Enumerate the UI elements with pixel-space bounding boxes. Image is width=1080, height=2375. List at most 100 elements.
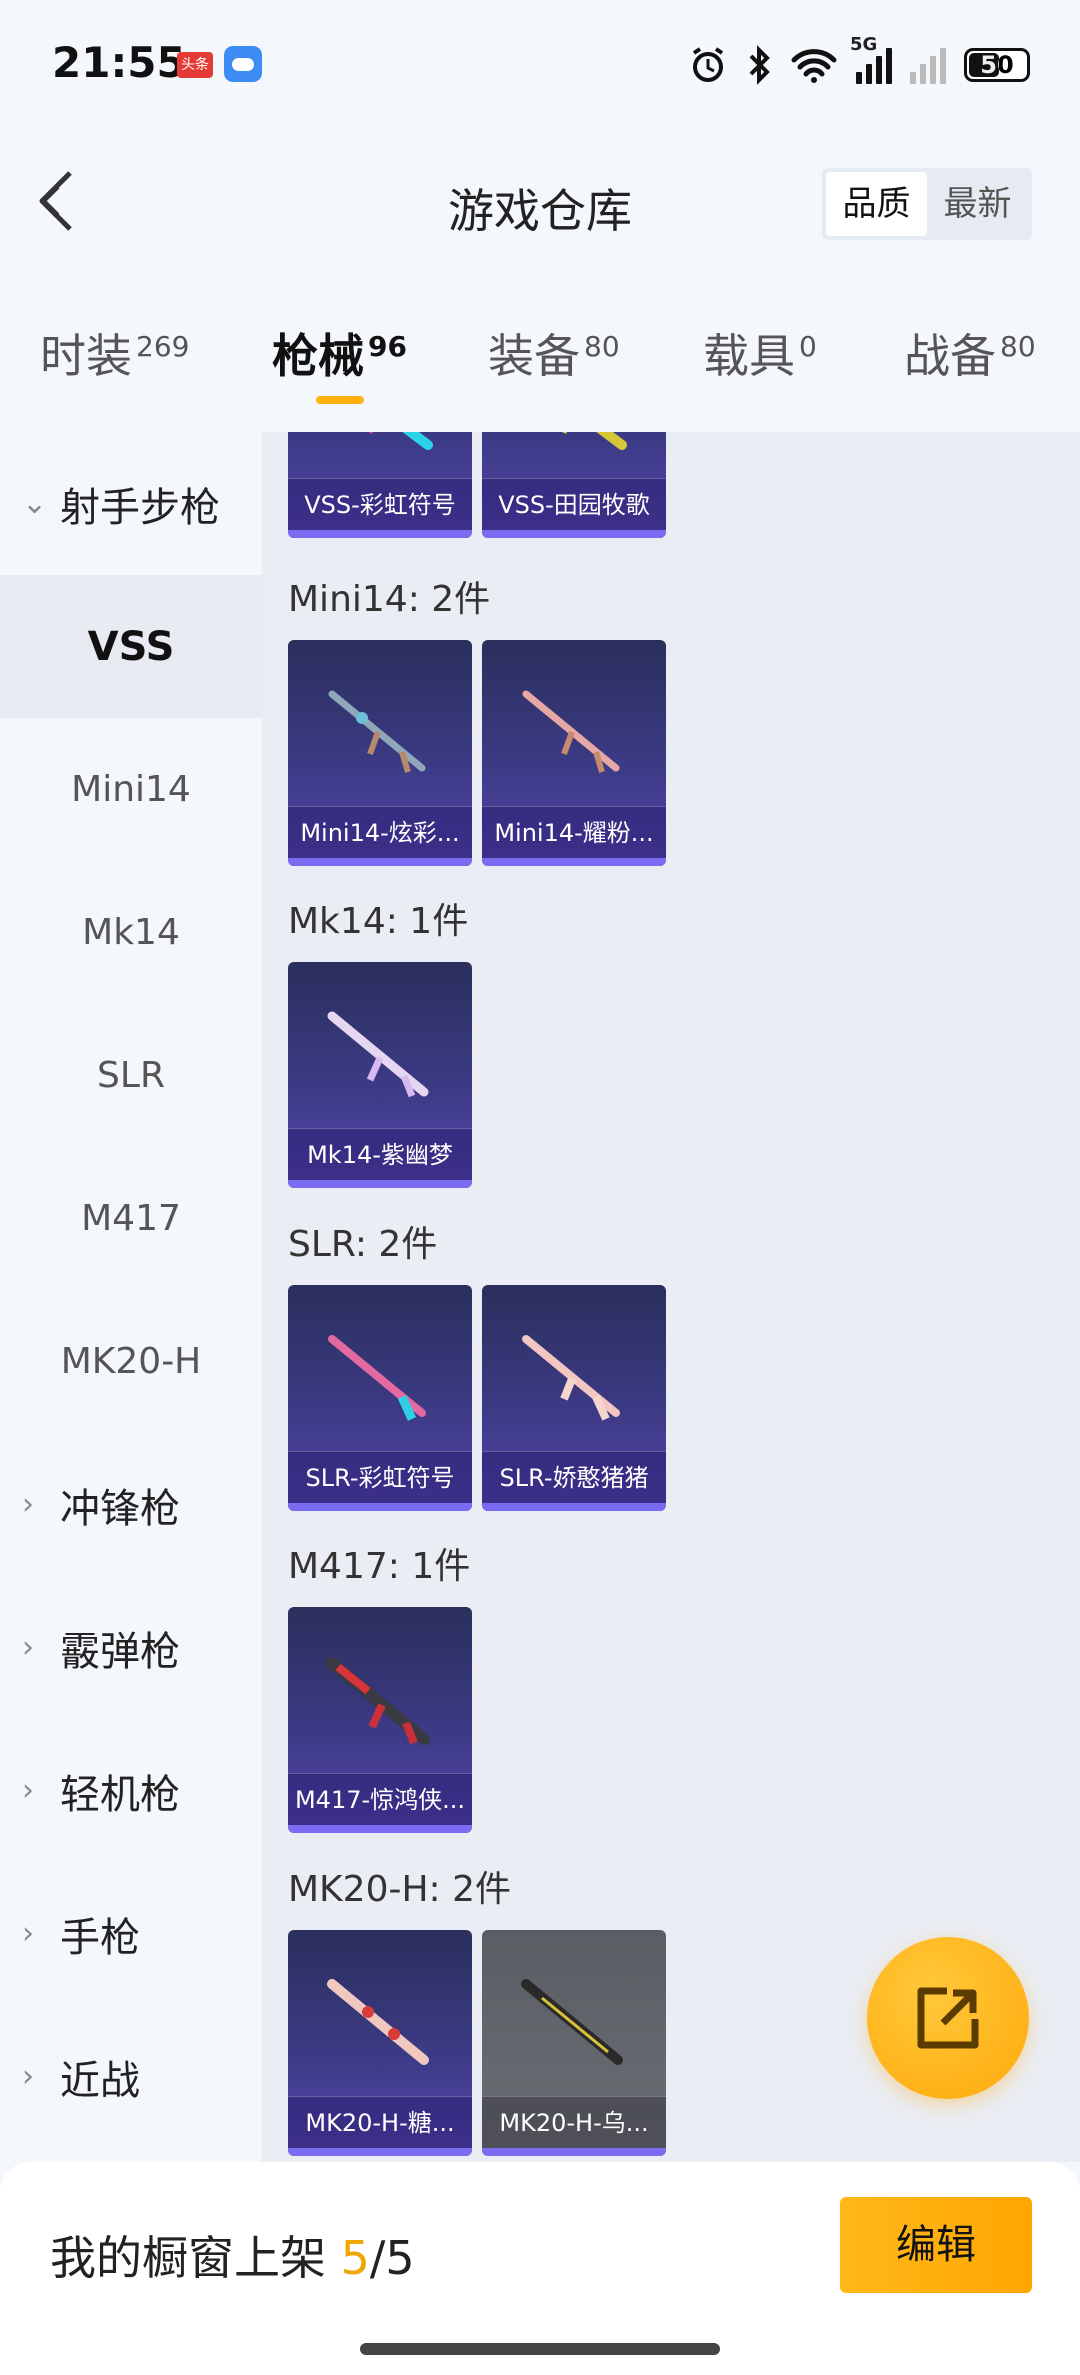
- sidebar-item-lmg[interactable]: › 轻机枪: [0, 1719, 262, 1862]
- sidebar-item-smg[interactable]: › 冲锋枪: [0, 1433, 262, 1576]
- sort-toggle[interactable]: 品质 最新: [822, 168, 1032, 240]
- section-title: Mini14: 2件: [288, 579, 491, 620]
- skin-name: MK20-H-乌...: [482, 2096, 666, 2148]
- status-time: 21:55: [52, 38, 186, 87]
- signal-5g-icon: 5G: [850, 34, 892, 84]
- tab-label: 战备: [904, 329, 996, 383]
- battery-icon: 50: [964, 48, 1030, 82]
- skin-card[interactable]: VSS-田园牧歌: [482, 432, 666, 538]
- sidebar-item-mk14[interactable]: Mk14: [0, 861, 262, 1004]
- edit-button[interactable]: 编辑: [840, 2197, 1032, 2293]
- tab-fashion[interactable]: 时装 269: [40, 320, 189, 386]
- home-indicator[interactable]: [360, 2343, 720, 2355]
- chevron-right-icon: ›: [22, 1630, 34, 1665]
- sidebar-item-label: 轻机枪: [60, 1771, 180, 1818]
- rifle-skin-icon: [327, 1979, 429, 2065]
- tab-count: 269: [136, 329, 190, 363]
- showcase-current-count: 5: [340, 2231, 370, 2285]
- wifi-icon: [791, 49, 837, 83]
- rifle-skin-icon: [368, 432, 433, 450]
- skin-name: VSS-彩虹符号: [288, 478, 472, 530]
- skin-card[interactable]: MK20-H-糖...: [288, 1930, 472, 2156]
- category-tabs: 时装 269 枪械 96 装备 80 载具 0 战备 80: [0, 320, 1080, 430]
- tab-vehicles[interactable]: 载具 0: [703, 320, 817, 386]
- section-title: M417: 1件: [288, 1546, 471, 1587]
- sidebar-item-label: SLR: [97, 1055, 165, 1096]
- share-button[interactable]: [867, 1937, 1029, 2099]
- tab-label: 时装: [40, 329, 132, 383]
- weather-app-icon: [224, 46, 262, 82]
- skin-card[interactable]: Mk14-紫幽梦: [288, 962, 472, 1188]
- tab-count: 0: [799, 329, 817, 363]
- sidebar-item-label: MK20-H: [60, 1341, 202, 1382]
- skin-name: SLR-彩虹符号: [288, 1451, 472, 1503]
- network-type-label: 5G: [850, 34, 878, 55]
- share-external-icon: [917, 1987, 979, 2049]
- tab-equipment[interactable]: 装备 80: [488, 320, 620, 386]
- sidebar-item-label: VSS: [87, 623, 175, 670]
- weapon-type-sidebar: ⌄ 射手步枪 VSS Mini14 Mk14 SLR M417 MK20-H › 冲…: [0, 432, 262, 2162]
- tab-label: 枪械: [272, 329, 364, 383]
- rifle-skin-icon: [562, 432, 627, 450]
- status-bar: 21:55 头条 5G 50: [0, 0, 1080, 130]
- section-title: SLR: 2件: [288, 1224, 438, 1265]
- tab-firearms[interactable]: 枪械 96: [272, 320, 407, 386]
- skin-name: MK20-H-糖...: [288, 2096, 472, 2148]
- rifle-skin-icon: [328, 1335, 426, 1421]
- sidebar-item-melee[interactable]: › 近战: [0, 2005, 262, 2148]
- sidebar-item-slr[interactable]: SLR: [0, 1004, 262, 1147]
- skin-name: SLR-娇憨猪猪: [482, 1451, 666, 1503]
- active-tab-indicator: [316, 396, 364, 404]
- weapon-skin-grid: VSS-彩虹符号 VSS-田园牧歌 Mini14: 2件 Mini14-炫彩..…: [262, 432, 1080, 2162]
- rifle-skin-icon: [521, 1979, 623, 2065]
- tab-count: 80: [1000, 329, 1036, 363]
- sidebar-item-label: Mk14: [82, 912, 180, 953]
- chevron-right-icon: ›: [22, 1916, 34, 1951]
- skin-name: VSS-田园牧歌: [482, 478, 666, 530]
- rifle-skin-icon: [327, 1011, 429, 1098]
- rifle-skin-icon: [326, 1657, 430, 1745]
- skin-name: Mk14-紫幽梦: [288, 1128, 472, 1180]
- sidebar-item-mini14[interactable]: Mini14: [0, 718, 262, 861]
- skin-card[interactable]: SLR-娇憨猪猪: [482, 1285, 666, 1511]
- sidebar-item-label: 冲锋枪: [60, 1485, 180, 1532]
- section-title: MK20-H: 2件: [288, 1869, 512, 1910]
- sort-quality-option[interactable]: 品质: [826, 172, 927, 236]
- skin-card[interactable]: VSS-彩虹符号: [288, 432, 472, 538]
- sidebar-item-pistols[interactable]: › 手枪: [0, 1862, 262, 2005]
- skin-name: Mini14-耀粉...: [482, 806, 666, 858]
- section-title: Mk14: 1件: [288, 901, 469, 942]
- sidebar-item-label: 霰弹枪: [60, 1628, 180, 1675]
- skin-card[interactable]: Mini14-炫彩...: [288, 640, 472, 866]
- skin-card[interactable]: Mini14-耀粉...: [482, 640, 666, 866]
- chevron-down-icon: ⌄: [22, 486, 48, 521]
- showcase-label: 我的橱窗上架: [50, 2231, 341, 2285]
- bottom-bar: 我的橱窗上架 5/5 编辑: [0, 2162, 1080, 2375]
- tab-label: 装备: [488, 329, 580, 383]
- sidebar-item-label: M417: [81, 1198, 181, 1239]
- sidebar-item-m417[interactable]: M417: [0, 1147, 262, 1290]
- sort-newest-option[interactable]: 最新: [927, 172, 1028, 236]
- skin-name: Mini14-炫彩...: [288, 806, 472, 858]
- skin-card[interactable]: SLR-彩虹符号: [288, 1285, 472, 1511]
- rifle-skin-icon: [522, 690, 620, 773]
- tab-count: 80: [584, 329, 620, 363]
- sidebar-item-label: 手枪: [60, 1914, 140, 1961]
- sidebar-item-label: Mini14: [71, 769, 191, 810]
- chevron-right-icon: ›: [22, 1773, 34, 1808]
- showcase-total: /5: [369, 2231, 415, 2285]
- skin-card[interactable]: M417-惊鸿侠...: [288, 1607, 472, 1833]
- toutiao-app-icon: 头条: [177, 52, 213, 78]
- battery-level: 50: [980, 51, 1014, 79]
- tab-count: 96: [368, 329, 407, 363]
- tab-label: 载具: [703, 329, 795, 383]
- tab-battle-gear[interactable]: 战备 80: [904, 320, 1036, 386]
- showcase-status: 我的橱窗上架 5/5: [50, 2222, 415, 2288]
- rifle-skin-icon: [328, 690, 426, 773]
- sidebar-item-shotguns[interactable]: › 霰弹枪: [0, 1576, 262, 1719]
- skin-name: M417-惊鸿侠...: [288, 1773, 472, 1825]
- skin-card[interactable]: MK20-H-乌...: [482, 1930, 666, 2156]
- sidebar-item-marksman-rifles[interactable]: ⌄ 射手步枪: [0, 432, 262, 575]
- sidebar-item-vss[interactable]: VSS: [0, 575, 262, 718]
- sidebar-item-mk20h[interactable]: MK20-H: [0, 1290, 262, 1433]
